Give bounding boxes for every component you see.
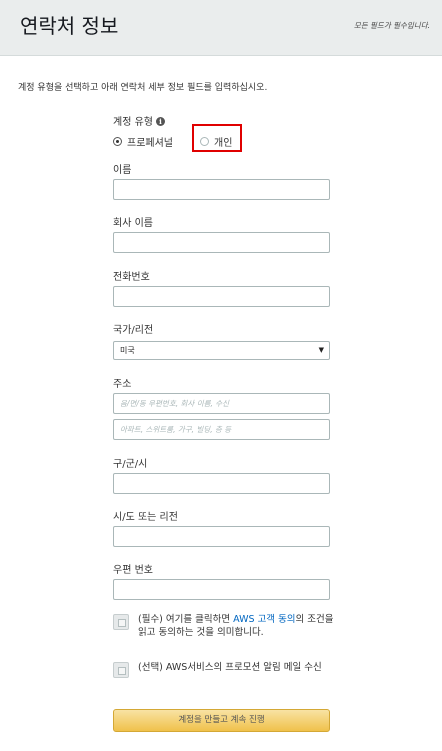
page-title: 연락처 정보	[20, 14, 119, 38]
phone-input[interactable]	[113, 286, 330, 307]
optional-promo-text: (선택) AWS서비스의 프로모션 알림 메일 수신	[138, 662, 322, 673]
address-line2-input[interactable]: 아파트, 스위트룸, 가구, 빌딩, 층 등	[113, 419, 330, 440]
postal-input[interactable]	[113, 579, 330, 600]
name-label: 이름	[113, 165, 132, 176]
account-type-label-text: 계정 유형	[113, 117, 153, 128]
radio-professional-circle[interactable]	[113, 136, 122, 146]
city-label: 구/군/시	[113, 459, 148, 470]
required-agreement-checkbox[interactable]	[113, 614, 129, 630]
name-input[interactable]	[113, 179, 330, 200]
country-select[interactable]: 미국 ▼	[113, 341, 330, 360]
info-icon[interactable]: i	[155, 117, 165, 126]
required-agreement-prefix: (필수) 여기를 클릭하면	[138, 614, 234, 625]
postal-label: 우편 번호	[113, 565, 153, 576]
company-input[interactable]	[113, 232, 330, 253]
state-label: 시/도 또는 리전	[113, 512, 178, 523]
phone-label: 전화번호	[113, 272, 150, 283]
dropdown-arrow-icon: ▼	[318, 346, 324, 354]
personal-option-highlight	[192, 124, 242, 152]
create-account-button[interactable]: 계정을 만들고 계속 진행	[113, 709, 330, 732]
radio-professional-label: 프로페셔널	[127, 137, 173, 149]
optional-promo-checkbox[interactable]	[113, 662, 129, 678]
page-header: 연락처 정보 모든 필드가 필수입니다.	[0, 0, 442, 56]
address-label: 주소	[113, 379, 132, 390]
country-label: 국가/리전	[113, 325, 154, 336]
radio-professional[interactable]: 프로페셔널	[113, 134, 173, 149]
address-line1-input[interactable]: 음/면/동 우편번호, 회사 이름, 수신	[113, 393, 330, 414]
form-instruction: 계정 유형을 선택하고 아래 연락처 세부 정보 필드를 입력하십시오.	[18, 83, 268, 93]
aws-customer-agreement-link[interactable]: AWS 고객 동의	[233, 614, 295, 625]
state-input[interactable]	[113, 526, 330, 547]
required-fields-note: 모든 필드가 필수입니다.	[353, 21, 430, 30]
account-type-label: 계정 유형 i	[113, 113, 165, 128]
required-agreement-text: (필수) 여기를 클릭하면 AWS 고객 동의의 조건을 읽고 동의하는 것을 …	[138, 613, 338, 639]
company-label: 회사 이름	[113, 218, 153, 229]
city-input[interactable]	[113, 473, 330, 494]
country-select-value: 미국	[120, 346, 135, 355]
